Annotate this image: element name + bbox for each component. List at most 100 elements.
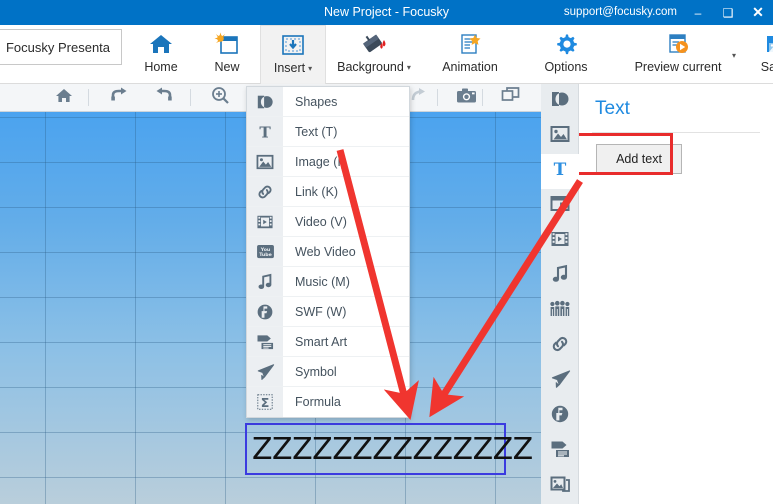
insert-text: Insert (273, 61, 306, 75)
music-note-icon (550, 264, 570, 289)
project-name-tab[interactable]: Focusky Presenta (0, 29, 122, 65)
menu-item-link[interactable]: Link (K) (247, 177, 409, 207)
flash-swf-icon (247, 297, 283, 327)
canvas-zoom-in-button[interactable] (198, 84, 242, 111)
canvas-undo-button[interactable] (142, 84, 186, 111)
ribbon-tab-animation-label: Animation (442, 60, 498, 74)
sigma-formula-icon: Σ (247, 387, 283, 417)
people-group-icon (549, 300, 571, 323)
svg-text:You: You (259, 247, 270, 253)
minimize-icon[interactable]: – (683, 0, 713, 25)
menu-item-video-label: Video (V) (295, 214, 347, 229)
ribbon-tab-save[interactable]: Save (742, 25, 773, 84)
toolbar-separator (190, 89, 191, 106)
save-icon (762, 30, 773, 58)
add-text-highlight-box (575, 133, 673, 175)
sidebar-item-shapes[interactable] (541, 84, 579, 119)
flag-window-icon (550, 195, 570, 218)
menu-item-web-video-label: Web Video (295, 244, 356, 259)
focusky-app-window: New Project - Focusky support@focusky.co… (0, 0, 773, 504)
ribbon-tab-background-label: Background ▾ (337, 60, 411, 74)
panel-title: Text (595, 98, 630, 119)
ribbon-tab-new[interactable]: New (194, 25, 260, 84)
sidebar-item-image[interactable] (541, 119, 579, 154)
gallery-icon (550, 475, 570, 498)
gear-icon (553, 30, 579, 58)
background-text: Background (337, 60, 404, 74)
menu-item-symbol-label: Symbol (295, 364, 337, 379)
menu-item-music[interactable]: Music (M) (247, 267, 409, 297)
home-icon (55, 87, 73, 109)
sidebar-item-link[interactable] (541, 329, 579, 364)
sidebar-item-flag-window[interactable] (541, 189, 579, 224)
chevron-down-icon[interactable]: ▾ (732, 51, 736, 60)
chevron-down-icon: ▾ (406, 63, 411, 73)
ribbon-tab-preview-current[interactable]: Preview current ▾ (614, 25, 742, 84)
chevron-down-icon: ▾ (308, 64, 313, 74)
menu-item-smart-art[interactable]: Smart Art (247, 327, 409, 357)
sidebar-item-music[interactable] (541, 259, 579, 294)
menu-item-text-label: Text (T) (295, 124, 338, 139)
svg-text:Σ: Σ (261, 395, 270, 410)
menu-item-music-label: Music (M) (295, 274, 350, 289)
menu-item-symbol[interactable]: Symbol (247, 357, 409, 387)
video-icon (550, 230, 570, 253)
menu-item-link-label: Link (K) (295, 184, 339, 199)
menu-item-video[interactable]: Video (V) (247, 207, 409, 237)
ribbon-items: Home New Insert ▾ Background ▾ Animation… (128, 25, 773, 84)
link-icon (550, 334, 570, 359)
ribbon-tab-save-label: Save (760, 60, 773, 74)
ribbon-tab-insert[interactable]: Insert ▾ (260, 25, 326, 84)
menu-item-swf-label: SWF (W) (295, 304, 347, 319)
menu-item-text[interactable]: T Text (T) (247, 117, 409, 147)
canvas-redo-button[interactable] (97, 84, 141, 111)
preview-text: Preview current (634, 60, 722, 74)
ribbon-toolbar: Focusky Presenta Home New Insert ▾ Backg… (0, 25, 773, 84)
insert-dropdown-menu[interactable]: Shapes T Text (T) Image (I) Link (K) Vid… (246, 86, 410, 418)
forward-arrow-icon (410, 86, 430, 109)
image-icon (550, 125, 570, 148)
ribbon-tab-background[interactable]: Background ▾ (326, 25, 422, 84)
ribbon-tab-home[interactable]: Home (128, 25, 194, 84)
grid-line (45, 112, 46, 504)
sidebar-item-gallery[interactable] (541, 469, 579, 504)
menu-item-web-video[interactable]: You Tube Web Video (247, 237, 409, 267)
svg-text:T: T (554, 160, 567, 179)
sidebar-item-video[interactable] (541, 224, 579, 259)
ribbon-tab-animation[interactable]: Animation (422, 25, 518, 84)
project-name-label: Focusky Presenta (5, 39, 111, 55)
animation-icon (456, 30, 484, 58)
ribbon-tab-home-label: Home (144, 60, 178, 74)
shapes-icon (550, 89, 570, 114)
grid-line (225, 112, 226, 504)
duplicate-icon (501, 86, 521, 109)
menu-item-formula[interactable]: Σ Formula (247, 387, 409, 417)
link-icon (247, 177, 283, 207)
canvas-text-object[interactable]: ZZZZZZZZZZZZZZ (245, 423, 533, 475)
sidebar-item-text[interactable]: T (541, 154, 579, 189)
flash-swf-icon (550, 404, 570, 429)
canvas-duplicate-button[interactable] (489, 84, 533, 111)
sidebar-item-smart-art[interactable] (541, 434, 579, 469)
grid-line (0, 477, 541, 478)
sidebar-item-symbol[interactable] (541, 364, 579, 399)
ribbon-tab-options[interactable]: Options (518, 25, 614, 84)
insert-icon (279, 31, 307, 59)
sidebar-item-people[interactable] (541, 294, 579, 329)
canvas-home-button[interactable] (42, 84, 86, 111)
menu-item-shapes-label: Shapes (295, 94, 338, 109)
sidebar-item-swf[interactable] (541, 399, 579, 434)
home-icon (148, 30, 174, 58)
canvas-screenshot-button[interactable] (444, 84, 488, 111)
toolbar-separator (88, 89, 89, 106)
menu-item-image[interactable]: Image (I) (247, 147, 409, 177)
menu-item-swf[interactable]: SWF (W) (247, 297, 409, 327)
redo-arrow-icon (109, 86, 129, 109)
menu-item-shapes[interactable]: Shapes (247, 87, 409, 117)
maximize-icon[interactable]: ❑ (713, 0, 743, 25)
menu-item-smart-art-label: Smart Art (295, 334, 348, 349)
grid-line (135, 112, 136, 504)
close-icon[interactable]: ✕ (743, 0, 773, 25)
new-document-icon (214, 30, 240, 58)
camera-icon (456, 87, 477, 109)
